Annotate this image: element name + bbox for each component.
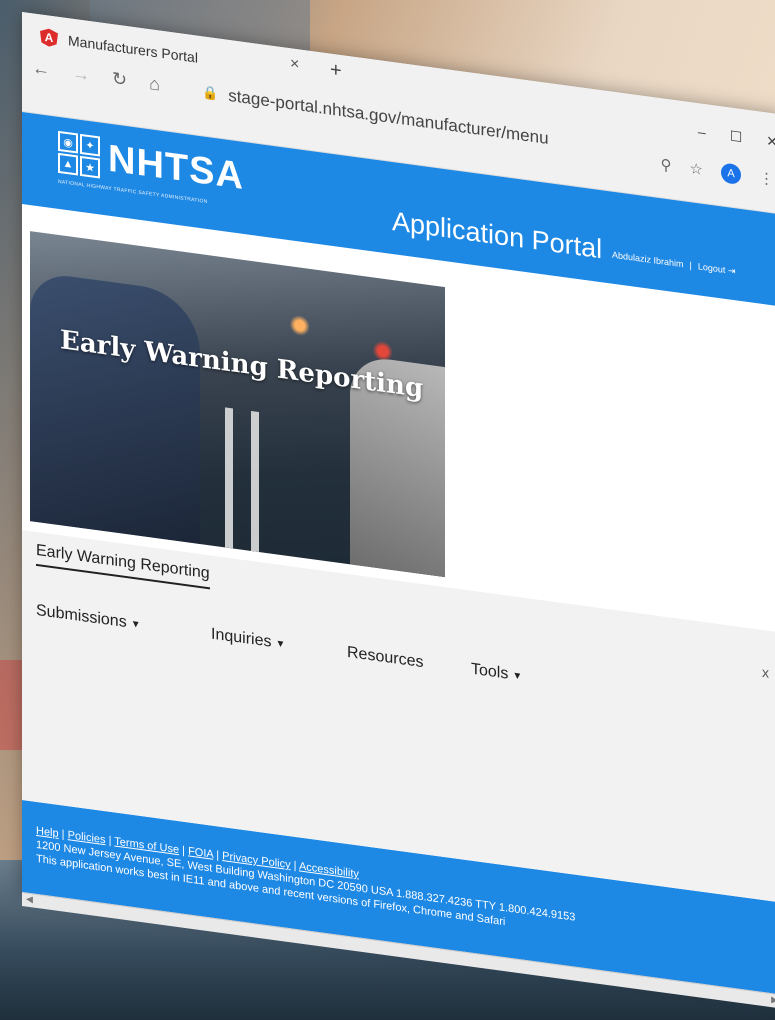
minimize-icon[interactable]: – — [698, 123, 706, 141]
page-title: Application Portal — [392, 205, 603, 265]
user-area: Abdulaziz Ibrahim | Logout ⇥ — [612, 250, 735, 278]
logout-icon: ⇥ — [727, 265, 736, 277]
home-icon[interactable]: ⌂ — [149, 73, 160, 95]
new-tab-button[interactable]: + — [330, 59, 342, 84]
close-window-icon[interactable]: ✕ — [766, 132, 775, 151]
caret-down-icon: ▼ — [130, 618, 141, 631]
browser-window: A Manufacturers Portal × + ← → ↻ ⌂ 🔒 sta… — [22, 12, 775, 1009]
menu-dots-icon[interactable]: ⋮ — [759, 168, 774, 188]
separator: | — [689, 260, 692, 271]
url-text: stage-portal.nhtsa.gov/manufacturer/menu — [228, 85, 549, 149]
hero-road-lines — [215, 406, 275, 555]
tab-close-icon[interactable]: × — [290, 55, 299, 74]
address-bar[interactable]: 🔒 stage-portal.nhtsa.gov/manufacturer/me… — [202, 82, 549, 149]
reload-icon[interactable]: ↻ — [112, 68, 127, 91]
hero-car — [30, 271, 200, 545]
main-content: Early Warning Reporting Early Warning Re… — [22, 204, 775, 903]
scroll-right-icon[interactable]: ▶ — [771, 994, 775, 1006]
hero-banner: Early Warning Reporting — [30, 231, 445, 578]
window-controls: – ☐ ✕ — [698, 123, 775, 151]
lock-icon: 🔒 — [202, 84, 219, 102]
user-name: Abdulaziz Ibrahim — [612, 249, 684, 270]
caret-down-icon: ▼ — [512, 669, 523, 683]
logo-grid-icon: ◉ ✦ ▲ ★ — [58, 130, 100, 179]
profile-avatar[interactable]: A — [721, 162, 741, 186]
close-section-icon[interactable]: x — [762, 664, 769, 681]
browser-actions: ⚲ ☆ A ⋮ — [661, 154, 774, 189]
zoom-icon[interactable]: ⚲ — [661, 155, 672, 174]
back-icon[interactable]: ← — [32, 57, 50, 80]
logout-link[interactable]: Logout ⇥ — [698, 261, 736, 277]
maximize-icon[interactable]: ☐ — [730, 128, 743, 147]
angular-favicon-icon: A — [40, 27, 58, 47]
forward-icon[interactable]: → — [72, 63, 90, 86]
star-icon[interactable]: ☆ — [690, 159, 703, 179]
caret-down-icon: ▼ — [275, 637, 286, 651]
tab-title: Manufacturers Portal — [68, 32, 198, 66]
scroll-left-icon[interactable]: ◀ — [26, 894, 33, 906]
